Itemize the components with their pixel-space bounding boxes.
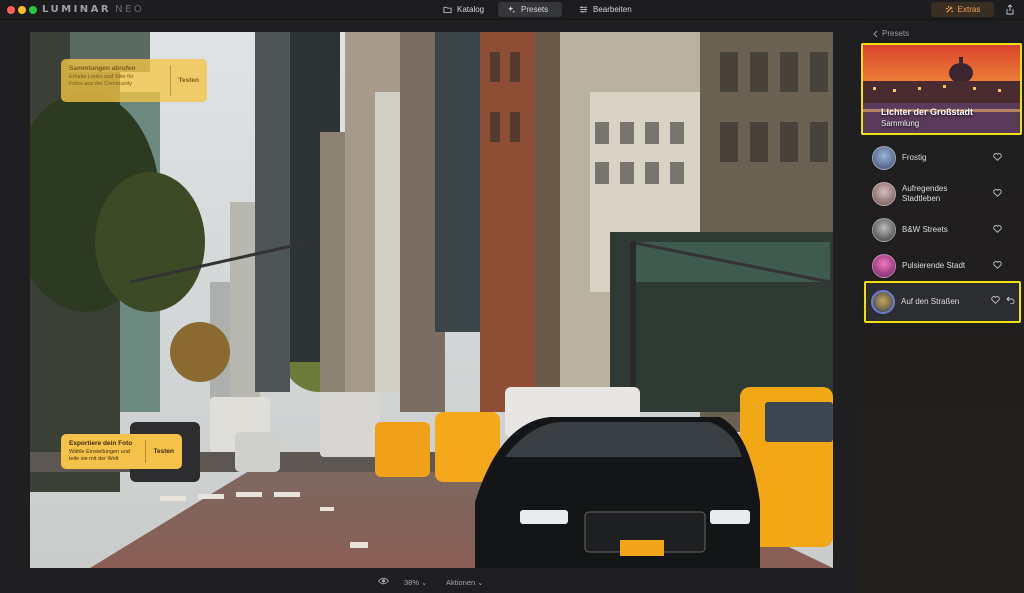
bottom-toolbar: 38% ⌄ Aktionen ⌄ — [0, 576, 860, 590]
heart-icon[interactable] — [993, 189, 1002, 197]
minimize-window-button[interactable] — [18, 6, 26, 14]
chevron-down-icon: ⌄ — [477, 578, 484, 587]
photo-canvas[interactable]: Sammlungen abrufen Erhalte Looks und Sti… — [30, 32, 833, 568]
preset-thumbnail — [872, 146, 896, 170]
tip-card-text: Wähle Einstellungen und teile sie mit de… — [69, 449, 130, 462]
preset-label: Auf den Straßen — [901, 297, 960, 306]
undo-icon[interactable] — [1006, 296, 1015, 304]
tip-card-title: Exportiere dein Foto — [69, 440, 133, 447]
zoom-dropdown[interactable]: 38% ⌄ — [404, 578, 427, 587]
preset-label: Frostig — [902, 153, 927, 162]
app-logo: LUMINAR NEO — [42, 4, 145, 15]
tab-katalog[interactable]: Katalog — [434, 2, 493, 17]
back-label: Presets — [882, 29, 910, 38]
collection-title: Lichter der Großstadt — [881, 107, 974, 117]
preset-item-pulsierende-stadt[interactable]: Pulsierende Stadt — [866, 251, 1016, 281]
heart-icon[interactable] — [993, 153, 1002, 161]
folder-icon — [443, 6, 452, 14]
eye-icon — [377, 577, 390, 585]
heart-icon[interactable] — [993, 261, 1002, 269]
tab-bearbeiten-label: Bearbeiten — [593, 5, 632, 14]
tip-card-text: Erhalte Looks und Stile für Fotos aus de… — [69, 74, 134, 87]
tip-card-try-button[interactable]: Testen — [169, 65, 199, 96]
heart-icon[interactable] — [991, 296, 1000, 304]
zoom-value: 38% — [404, 578, 420, 587]
sliders-icon — [579, 6, 588, 13]
tab-presets[interactable]: Presets — [498, 2, 562, 17]
street-photo — [30, 32, 833, 568]
collection-subtitle: Sammlung — [881, 119, 920, 128]
chevron-left-icon — [873, 30, 878, 37]
preset-label: Pulsierende Stadt — [902, 261, 966, 270]
preset-label: Aufregendes Stadtleben — [902, 184, 948, 203]
preset-item-frostig[interactable]: Frostig — [866, 143, 1016, 173]
tab-katalog-label: Katalog — [457, 5, 485, 14]
tip-card-export: Exportiere dein Foto Wähle Einstellungen… — [61, 434, 182, 469]
preset-item-bw-streets[interactable]: B&W Streets — [866, 215, 1016, 245]
preset-item-aufregendes-stadtleben[interactable]: Aufregendes Stadtleben — [866, 179, 1016, 209]
tip-card-title: Sammlungen abrufen — [69, 65, 136, 72]
tab-bearbeiten[interactable]: Bearbeiten — [570, 2, 641, 17]
title-bar: LUMINAR NEO Katalog Presets Bearbeiten Ex… — [0, 0, 1024, 20]
zoom-window-button[interactable] — [29, 6, 37, 14]
share-button[interactable] — [1003, 3, 1016, 16]
extras-icon — [945, 5, 953, 13]
tab-presets-label: Presets — [521, 5, 549, 14]
heart-icon[interactable] — [993, 225, 1002, 233]
actions-label: Aktionen — [446, 578, 476, 587]
preset-thumbnail — [872, 182, 896, 206]
preset-thumbnail — [872, 218, 896, 242]
tip-card-collections: Sammlungen abrufen Erhalte Looks und Sti… — [61, 59, 207, 102]
chevron-down-icon: ⌄ — [421, 578, 428, 587]
preset-thumbnail — [872, 254, 896, 278]
back-to-presets-button[interactable]: Presets — [873, 29, 909, 38]
extras-button[interactable]: Extras — [931, 2, 994, 17]
compare-toggle[interactable] — [377, 577, 390, 587]
preset-item-auf-den-strassen[interactable]: Auf den Straßen — [864, 281, 1021, 323]
preset-label: B&W Streets — [902, 225, 948, 234]
sparkle-icon — [507, 5, 516, 14]
extras-label: Extras — [957, 5, 981, 14]
tip-card-try-button[interactable]: Testen — [144, 440, 174, 463]
presets-panel: Presets Lichter der Großstadt Sammlung F… — [858, 20, 1024, 593]
preset-thumbnail — [871, 290, 895, 314]
close-window-button[interactable] — [7, 6, 15, 14]
share-icon — [1006, 4, 1013, 15]
actions-dropdown[interactable]: Aktionen ⌄ — [446, 578, 484, 587]
collection-card[interactable]: Lichter der Großstadt Sammlung — [861, 43, 1022, 135]
